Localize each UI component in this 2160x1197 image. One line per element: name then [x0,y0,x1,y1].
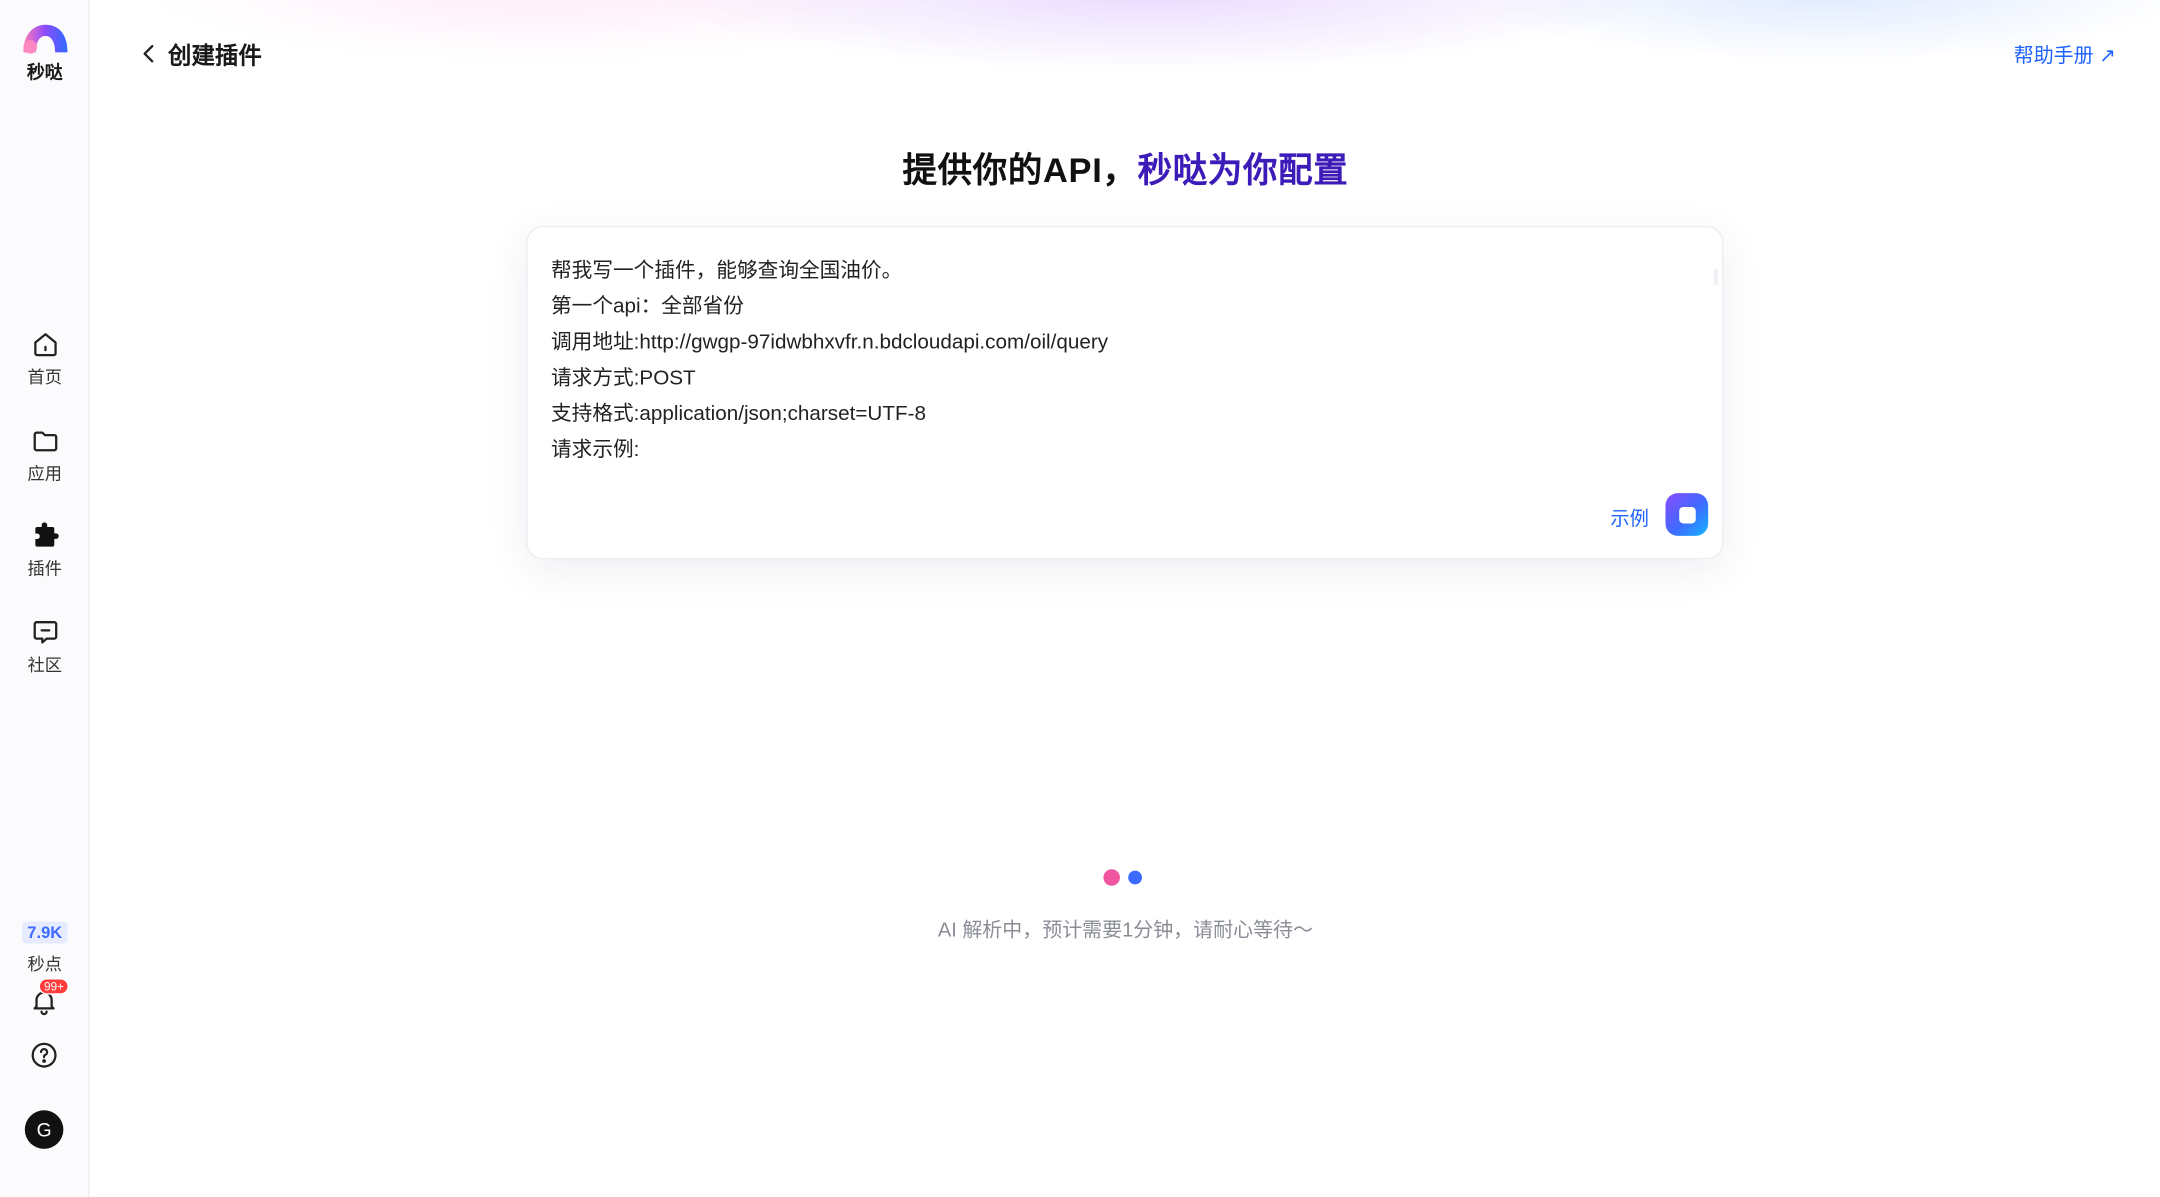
logo-text: 秒哒 [26,61,63,83]
chat-icon [32,621,57,644]
input-line: 调用地址:http://gwgp-97idwbhxvfr.n.bdcloudap… [551,330,1109,355]
sidebar-item-label: 社区 [27,655,62,675]
scrollbar-thumb[interactable] [1713,268,1718,286]
sidebar-item-home[interactable]: 首页 [0,329,90,388]
api-input-box[interactable]: 帮我写一个插件，能够查询全国油价。 第一个api：全部省份 调用地址:http:… [526,225,1724,560]
back-button[interactable]: 创建插件 [138,36,262,70]
headline-part2: 秒哒为你配置 [1137,151,1349,191]
loading-indicator [1103,869,1147,886]
sidebar-item-community[interactable]: 社区 [0,617,90,676]
input-line: 请求方式:POST [551,366,696,390]
home-icon [33,333,57,357]
input-line: 帮我写一个插件，能够查询全国油价。 [551,258,903,283]
api-input-text[interactable]: 帮我写一个插件，能够查询全国油价。 第一个api：全部省份 调用地址:http:… [551,253,1108,468]
loading-status-text: AI 解析中，预计需要1分钟，请耐心等待～ [937,920,1313,943]
headline: 提供你的API，秒哒为你配置 [91,143,2160,193]
app-stage: 秒哒 首页 应用 插件 社区 7.9K 秒点 99+ G 创建插件 帮助手册 ↗… [0,0,2160,1197]
input-line: 支持格式:application/json;charset=UTF-8 [551,402,926,426]
help-manual-label: 帮助手册 [2013,45,2094,68]
chevron-left-icon [143,44,154,62]
sidebar: 秒哒 首页 应用 插件 社区 7.9K 秒点 99+ G [0,0,90,1197]
avatar[interactable]: G [24,1110,64,1149]
loading-dot [1103,869,1120,886]
points-label: 秒点 [27,954,62,974]
brand-logo[interactable]: 秒哒 [0,19,90,84]
puzzle-icon [34,522,59,547]
sidebar-item-plugins[interactable]: 插件 [0,521,90,580]
input-line: 第一个api：全部省份 [551,294,744,319]
notifications-button[interactable]: 99+ [29,978,70,1019]
example-link[interactable]: 示例 [1610,504,1649,532]
notification-badge: 99+ [38,978,70,995]
sidebar-item-apps[interactable]: 应用 [0,426,90,485]
headline-part1: 提供你的API， [902,151,1138,191]
loading-dot [1128,870,1142,885]
stop-icon [1678,506,1696,523]
main-content: 创建插件 帮助手册 ↗ 提供你的API，秒哒为你配置 帮我写一个插件，能够查询全… [90,0,2160,1197]
sidebar-item-label: 插件 [27,559,62,579]
points-balance[interactable]: 7.9K 秒点 [0,920,90,975]
folder-icon [32,431,57,452]
sidebar-item-label: 应用 [27,464,62,484]
points-value: 7.9K [21,921,68,944]
sidebar-item-label: 首页 [27,367,62,388]
page-title: 创建插件 [168,42,262,69]
stop-generation-button[interactable] [1665,493,1709,536]
input-line: 请求示例: [551,438,640,462]
help-manual-link[interactable]: 帮助手册 ↗ [2014,40,2116,69]
help-icon[interactable] [29,1040,59,1070]
external-link-icon: ↗ [2093,45,2116,68]
logo-mark-icon [22,24,67,54]
